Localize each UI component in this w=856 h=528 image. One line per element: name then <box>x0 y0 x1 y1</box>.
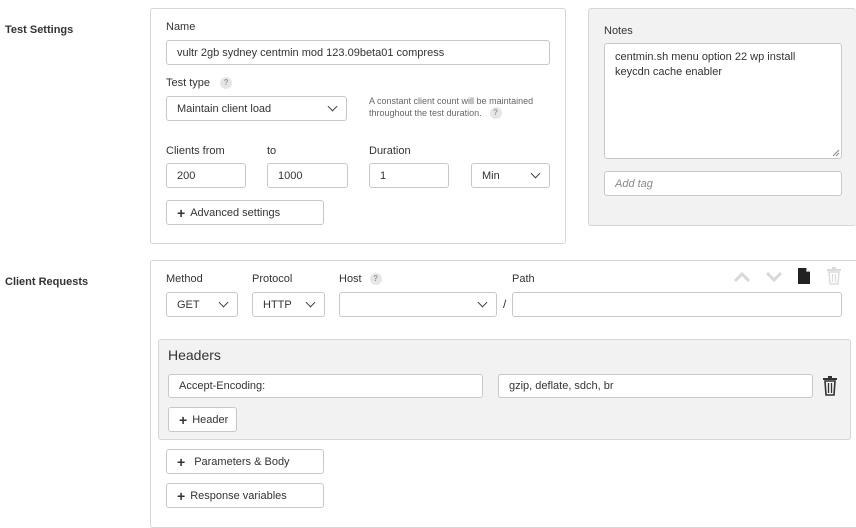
chevron-down-icon <box>327 101 338 112</box>
add-header-button[interactable]: + Header <box>168 407 237 432</box>
test-type-hint-line1: A constant client count will be maintain… <box>369 96 534 106</box>
trash-icon[interactable] <box>826 267 842 285</box>
header-name-input[interactable]: Accept-Encoding: <box>168 374 483 398</box>
test-type-help-icon[interactable]: ? <box>220 77 233 89</box>
client-requests-section-label: Client Requests <box>5 276 89 288</box>
protocol-value: HTTP <box>263 298 292 311</box>
plus-icon: + <box>177 453 186 470</box>
name-input-value: vultr 2gb sydney centmin mod 123.09beta0… <box>177 46 445 59</box>
clients-from-value: 200 <box>177 169 196 182</box>
resize-handle-icon[interactable] <box>832 149 840 157</box>
client-requests-panel: Method GET Protocol HTTP Host ? / Path H… <box>150 260 856 528</box>
plus-icon: + <box>177 487 186 504</box>
headers-panel: Headers Accept-Encoding: gzip, deflate, … <box>158 339 851 440</box>
duration-unit-select[interactable]: Min <box>471 163 550 188</box>
protocol-label: Protocol <box>252 273 293 285</box>
response-variables-label: Response variables <box>190 489 287 502</box>
protocol-select[interactable]: HTTP <box>252 292 325 317</box>
file-icon[interactable] <box>797 267 811 285</box>
notes-panel: Notes centmin.sh menu option 22 wp insta… <box>588 8 856 226</box>
clients-from-label: Clients from <box>166 145 225 157</box>
test-type-label: Test type <box>166 77 211 89</box>
method-label: Method <box>166 273 203 285</box>
duration-input[interactable]: 1 <box>369 163 449 188</box>
chevron-down-icon <box>305 297 316 308</box>
test-settings-panel: Name vultr 2gb sydney centmin mod 123.09… <box>150 8 566 244</box>
header-value-input[interactable]: gzip, deflate, sdch, br <box>498 374 813 398</box>
plus-icon: + <box>179 411 188 428</box>
notes-text: centmin.sh menu option 22 wp install key… <box>615 51 796 78</box>
header-value-text: gzip, deflate, sdch, br <box>509 380 614 392</box>
add-tag-placeholder: Add tag <box>615 177 653 190</box>
advanced-settings-label: Advanced settings <box>190 206 281 219</box>
path-label: Path <box>512 273 535 285</box>
method-select[interactable]: GET <box>166 292 238 317</box>
duration-label: Duration <box>369 145 411 157</box>
duration-value: 1 <box>380 169 387 182</box>
trash-icon[interactable] <box>822 376 838 396</box>
notes-label: Notes <box>604 25 633 37</box>
add-header-label: Header <box>192 413 229 426</box>
test-type-hint-line2-row: throughout the test duration. ? <box>369 107 549 119</box>
clients-from-input[interactable]: 200 <box>166 163 246 188</box>
chevron-down-icon[interactable] <box>765 270 783 284</box>
chevron-up-icon[interactable] <box>733 270 751 284</box>
test-type-hint-help-icon[interactable]: ? <box>489 107 502 119</box>
path-input[interactable] <box>512 292 842 317</box>
host-label: Host <box>339 273 362 285</box>
parameters-body-button[interactable]: + Parameters & Body <box>166 449 324 474</box>
name-label: Name <box>166 21 196 33</box>
chevron-down-icon <box>530 168 541 179</box>
clients-to-value: 1000 <box>278 169 303 182</box>
host-label-row: Host ? <box>339 273 382 285</box>
host-select[interactable] <box>339 292 497 317</box>
name-input[interactable]: vultr 2gb sydney centmin mod 123.09beta0… <box>166 40 550 65</box>
add-tag-input[interactable]: Add tag <box>604 171 842 196</box>
test-type-hint-line2: throughout the test duration. <box>369 107 482 118</box>
test-type-value: Maintain client load <box>177 102 272 115</box>
chevron-down-icon <box>477 297 488 308</box>
advanced-settings-button[interactable]: + Advanced settings <box>166 200 324 225</box>
response-variables-button[interactable]: + Response variables <box>166 483 324 508</box>
method-value: GET <box>177 298 200 311</box>
notes-textarea[interactable]: centmin.sh menu option 22 wp install key… <box>604 43 842 159</box>
parameters-body-label: Parameters & Body <box>194 455 290 468</box>
path-separator: / <box>503 297 507 311</box>
test-type-select[interactable]: Maintain client load <box>166 96 347 121</box>
host-help-icon[interactable]: ? <box>369 273 382 285</box>
header-name-value: Accept-Encoding: <box>179 380 266 392</box>
clients-to-label: to <box>267 145 277 157</box>
test-type-label-row: Test type ? <box>166 77 233 89</box>
plus-icon: + <box>177 204 186 221</box>
chevron-down-icon <box>218 297 229 308</box>
test-type-hint: A constant client count will be maintain… <box>369 96 549 119</box>
clients-to-input[interactable]: 1000 <box>267 163 348 188</box>
test-settings-section-label: Test Settings <box>5 24 74 36</box>
headers-title: Headers <box>168 347 221 363</box>
duration-unit-value: Min <box>482 169 500 182</box>
